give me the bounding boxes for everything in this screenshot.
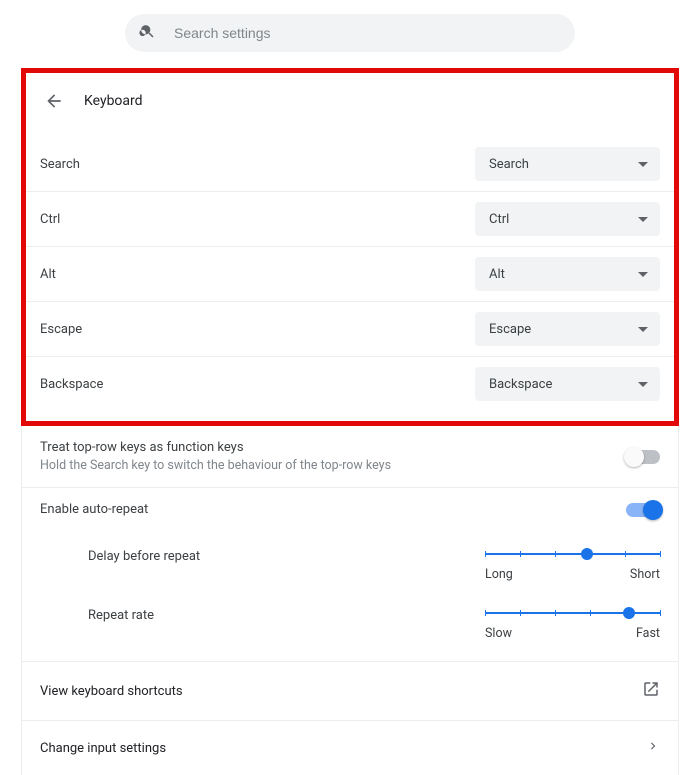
search-icon: [139, 23, 156, 44]
search-input[interactable]: [174, 25, 561, 41]
dropdown-value: Ctrl: [489, 212, 509, 227]
auto-repeat-row: Enable auto-repeat: [22, 487, 678, 531]
key-mapping-dropdown[interactable]: Ctrl: [475, 202, 660, 236]
rate-slider-row: Repeat rate Slow Fast: [40, 592, 660, 651]
chevron-down-icon: [638, 382, 648, 387]
key-mapping-label: Search: [40, 157, 80, 172]
key-mapping-row: Search Search: [26, 137, 674, 191]
open-external-icon: [642, 680, 660, 702]
key-mapping-dropdown[interactable]: Escape: [475, 312, 660, 346]
rate-max-label: Fast: [636, 626, 660, 641]
function-keys-row: Treat top-row keys as function keys Hold…: [22, 426, 678, 487]
key-mapping-label: Backspace: [40, 377, 103, 392]
delay-label: Delay before repeat: [88, 547, 200, 564]
view-shortcuts-label: View keyboard shortcuts: [40, 684, 183, 699]
view-shortcuts-row[interactable]: View keyboard shortcuts: [22, 661, 678, 720]
delay-max-label: Short: [630, 567, 660, 582]
rate-label: Repeat rate: [88, 606, 154, 623]
dropdown-value: Backspace: [489, 377, 552, 392]
chevron-down-icon: [638, 327, 648, 332]
key-mapping-row: Alt Alt: [26, 246, 674, 301]
function-keys-toggle[interactable]: [626, 450, 660, 464]
chevron-down-icon: [638, 162, 648, 167]
key-mapping-row: Ctrl Ctrl: [26, 191, 674, 246]
function-keys-subtitle: Hold the Search key to switch the behavi…: [40, 458, 391, 473]
key-mapping-label: Escape: [40, 322, 82, 337]
search-box[interactable]: [125, 14, 575, 52]
change-input-settings-label: Change input settings: [40, 741, 166, 756]
dropdown-value: Alt: [489, 267, 505, 282]
dropdown-value: Search: [489, 157, 529, 172]
delay-slider[interactable]: [485, 547, 660, 561]
slider-thumb[interactable]: [581, 548, 593, 560]
chevron-down-icon: [638, 272, 648, 277]
keyboard-mappings-panel: Keyboard Search Search Ctrl Ctrl Alt Alt Escap…: [21, 68, 679, 426]
delay-slider-row: Delay before repeat Long Short: [40, 533, 660, 592]
key-mapping-label: Alt: [40, 267, 56, 282]
auto-repeat-toggle[interactable]: [626, 503, 660, 517]
chevron-right-icon: [646, 739, 660, 757]
key-mapping-row: Backspace Backspace: [26, 356, 674, 411]
chevron-down-icon: [638, 217, 648, 222]
slider-thumb[interactable]: [623, 607, 635, 619]
delay-min-label: Long: [485, 567, 513, 582]
key-mapping-dropdown[interactable]: Backspace: [475, 367, 660, 401]
rate-slider[interactable]: [485, 606, 660, 620]
auto-repeat-title: Enable auto-repeat: [40, 502, 148, 517]
dropdown-value: Escape: [489, 322, 531, 337]
function-keys-title: Treat top-row keys as function keys: [40, 440, 391, 455]
key-mapping-dropdown[interactable]: Alt: [475, 257, 660, 291]
rate-min-label: Slow: [485, 626, 512, 641]
key-mapping-label: Ctrl: [40, 212, 60, 227]
key-mapping-dropdown[interactable]: Search: [475, 147, 660, 181]
key-mapping-row: Escape Escape: [26, 301, 674, 356]
change-input-settings-row[interactable]: Change input settings: [22, 720, 678, 775]
back-button[interactable]: [40, 87, 68, 115]
page-title: Keyboard: [84, 93, 143, 109]
